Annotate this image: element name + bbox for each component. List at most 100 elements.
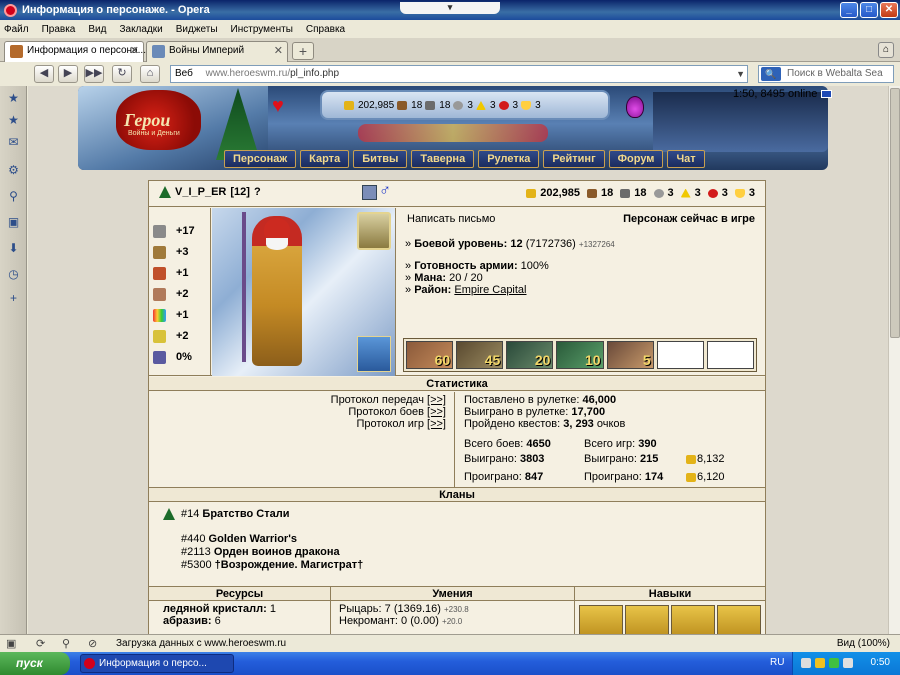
- menu-tools[interactable]: Инструменты: [231, 24, 293, 35]
- clan-item[interactable]: #14 Братство Стали: [181, 508, 290, 520]
- army-slot-3[interactable]: 20: [506, 341, 554, 369]
- address-bar[interactable]: Веб www.heroeswm.ru/pl_info.php ▼: [170, 65, 748, 83]
- nav-chat[interactable]: Чат: [667, 150, 705, 168]
- write-letter-link[interactable]: Написать письмо: [407, 213, 495, 225]
- trash-icon[interactable]: ⌂: [878, 42, 894, 58]
- battles-total-value: 4650: [526, 438, 551, 450]
- army-slot-1[interactable]: 60: [406, 341, 454, 369]
- settings-panel-icon[interactable]: ⚙: [7, 164, 20, 177]
- talent-slot[interactable]: [671, 605, 715, 634]
- mana-value: 20 / 20: [449, 272, 483, 284]
- nav-rating[interactable]: Рейтинг: [543, 150, 605, 168]
- language-indicator[interactable]: RU: [770, 657, 784, 668]
- scrollbar-thumb[interactable]: [890, 88, 900, 338]
- army-slot-4[interactable]: 10: [556, 341, 604, 369]
- hero-portrait[interactable]: [212, 208, 396, 376]
- start-button[interactable]: пуск: [0, 652, 70, 675]
- minimize-button[interactable]: _: [840, 2, 858, 18]
- talent-slot[interactable]: [579, 605, 623, 634]
- turbo-icon[interactable]: ⊘: [88, 637, 97, 650]
- tab-list-dropdown[interactable]: ▾: [400, 2, 500, 14]
- battles-lost-line: Проиграно: 847: [464, 471, 543, 483]
- address-host: www.heroeswm.ru/: [205, 68, 291, 79]
- forward-icon[interactable]: ▶: [58, 65, 78, 83]
- header-ore: 18: [439, 100, 451, 111]
- nav-map[interactable]: Карта: [300, 150, 350, 168]
- search-input[interactable]: 🔍 Поиск в Webalta Sea: [758, 65, 894, 83]
- clan-item[interactable]: #5300 †Возрождение. Магистрат†: [181, 559, 363, 571]
- hero-beard: [266, 238, 288, 250]
- tab-close-icon[interactable]: ✕: [130, 44, 139, 57]
- tray-app-icon[interactable]: [843, 658, 853, 668]
- battle-protocol-link[interactable]: [>>]: [427, 406, 446, 418]
- clan-item[interactable]: #2113 Орден воинов дракона: [181, 546, 340, 558]
- transfer-protocol-link[interactable]: [>>]: [427, 394, 446, 406]
- tab-empire-wars[interactable]: Войны Империй ✕: [146, 41, 288, 62]
- links-panel-icon[interactable]: ⚲: [7, 190, 20, 203]
- transfer-protocol-line: Протокол передач [>>]: [331, 394, 446, 406]
- menu-file[interactable]: Файл: [4, 24, 29, 35]
- talents-title: Навыки: [575, 587, 765, 601]
- menu-view[interactable]: Вид: [88, 24, 106, 35]
- address-protocol: Веб: [175, 68, 193, 79]
- zoom-control[interactable]: Вид (100%): [837, 638, 890, 649]
- mercury-icon: [653, 188, 664, 198]
- tab-hero-info[interactable]: Информация о персона... ✕: [4, 41, 146, 62]
- nav-tavern[interactable]: Таверна: [411, 150, 475, 168]
- address-dropdown-icon[interactable]: ▼: [736, 66, 745, 82]
- mail-panel-icon[interactable]: ✉: [7, 136, 20, 149]
- home-icon[interactable]: ⌂: [140, 65, 160, 83]
- tray-app-icon[interactable]: [829, 658, 839, 668]
- reload-icon[interactable]: ↻: [112, 65, 132, 83]
- menu-widgets[interactable]: Виджеты: [176, 24, 218, 35]
- fast-forward-icon[interactable]: ▶▶: [84, 65, 104, 83]
- menu-edit[interactable]: Правка: [42, 24, 76, 35]
- network-icon[interactable]: ⚲: [62, 637, 70, 650]
- stat-defense-value: +3: [176, 246, 189, 258]
- search-engine-icon[interactable]: 🔍: [761, 67, 781, 81]
- menu-bookmarks[interactable]: Закладки: [119, 24, 162, 35]
- resource-value: 6: [214, 615, 221, 627]
- tab-close-icon[interactable]: ✕: [274, 44, 283, 57]
- maximize-button[interactable]: □: [860, 2, 878, 18]
- reindeer-icon[interactable]: [357, 336, 391, 372]
- menu-help[interactable]: Справка: [306, 24, 345, 35]
- game-protocol-link[interactable]: [>>]: [427, 418, 446, 430]
- spell-book-icon[interactable]: [357, 212, 391, 250]
- bookmarks-panel-icon[interactable]: ★: [7, 92, 20, 105]
- taskbar-item-opera[interactable]: Информация о персо...: [80, 654, 234, 673]
- nav-battles[interactable]: Битвы: [353, 150, 408, 168]
- nav-character[interactable]: Персонаж: [224, 150, 297, 168]
- note-icon[interactable]: [362, 185, 377, 200]
- army-slot-2[interactable]: 45: [456, 341, 504, 369]
- add-panel-icon[interactable]: +: [7, 292, 20, 305]
- back-icon[interactable]: ◀: [34, 65, 54, 83]
- mana-potion-icon: [626, 96, 644, 118]
- notes-panel-icon[interactable]: ▣: [7, 216, 20, 229]
- vertical-scrollbar[interactable]: [888, 86, 900, 634]
- statistics-title: Статистика: [149, 377, 765, 391]
- new-tab-button[interactable]: +: [292, 42, 314, 60]
- combat-exp: (7172736): [525, 238, 576, 250]
- panel-toggle-icon[interactable]: ▣: [6, 637, 16, 650]
- gold-lost-line: 6,120: [686, 471, 725, 483]
- sync-icon[interactable]: ⟳: [36, 637, 45, 650]
- history-panel-icon[interactable]: ◷: [7, 268, 20, 281]
- downloads-panel-icon[interactable]: ⬇: [7, 242, 20, 255]
- mail-icon[interactable]: [821, 90, 833, 99]
- widgets-panel-icon[interactable]: ★: [7, 114, 20, 127]
- tray-app-icon[interactable]: [815, 658, 825, 668]
- close-button[interactable]: ✕: [880, 2, 898, 18]
- header-gems: 3: [535, 100, 541, 111]
- talent-slot[interactable]: [717, 605, 761, 634]
- district-link[interactable]: Empire Capital: [454, 284, 526, 296]
- battles-total-line: Всего боев: 4650: [464, 438, 551, 450]
- sulfur-icon: [680, 188, 691, 198]
- army-slot-5[interactable]: 5: [606, 341, 654, 369]
- help-icon[interactable]: ?: [254, 186, 261, 198]
- nav-forum[interactable]: Форум: [608, 150, 664, 168]
- nav-roulette[interactable]: Рулетка: [478, 150, 540, 168]
- clan-item[interactable]: #440 Golden Warrior's: [181, 533, 297, 545]
- talent-slot[interactable]: [625, 605, 669, 634]
- tray-app-icon[interactable]: [801, 658, 811, 668]
